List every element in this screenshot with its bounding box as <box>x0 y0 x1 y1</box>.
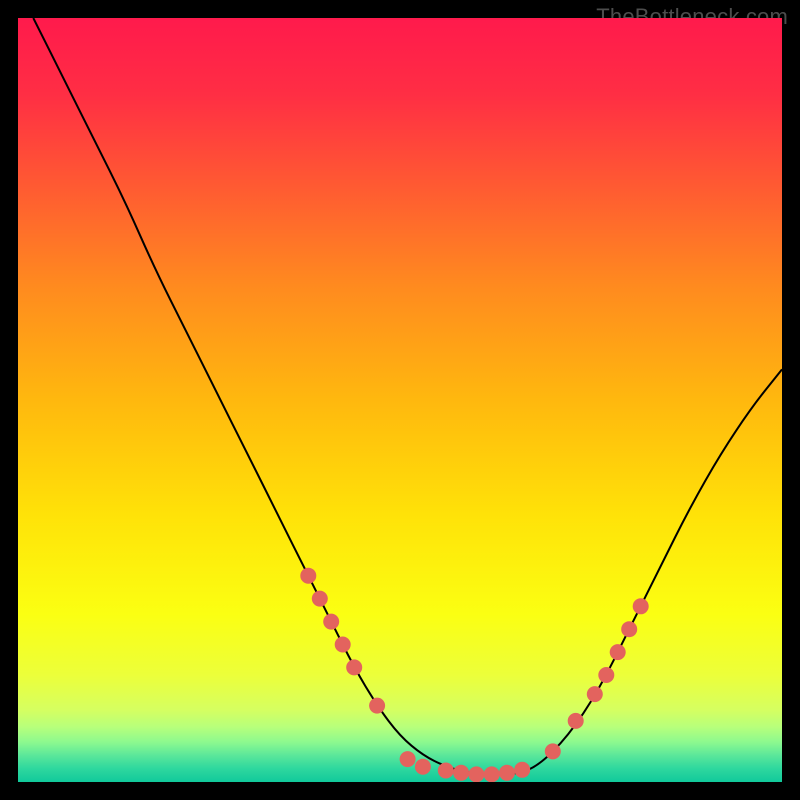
chart-svg <box>18 18 782 782</box>
curve-marker <box>346 659 362 675</box>
curve-marker <box>453 765 469 781</box>
curve-marker <box>598 667 614 683</box>
curve-marker <box>514 762 530 778</box>
curve-marker <box>610 644 626 660</box>
curve-marker <box>499 765 515 781</box>
gradient-background <box>18 18 782 782</box>
curve-marker <box>468 766 484 782</box>
curve-marker <box>323 614 339 630</box>
curve-marker <box>400 751 416 767</box>
chart-stage: TheBottleneck.com <box>0 0 800 800</box>
curve-marker <box>415 759 431 775</box>
curve-marker <box>369 698 385 714</box>
curve-marker <box>484 766 500 782</box>
curve-marker <box>633 598 649 614</box>
curve-marker <box>312 591 328 607</box>
curve-marker <box>621 621 637 637</box>
curve-marker <box>545 743 561 759</box>
curve-marker <box>587 686 603 702</box>
plot-area <box>18 18 782 782</box>
curve-marker <box>335 637 351 653</box>
curve-marker <box>300 568 316 584</box>
curve-marker <box>568 713 584 729</box>
curve-marker <box>438 763 454 779</box>
